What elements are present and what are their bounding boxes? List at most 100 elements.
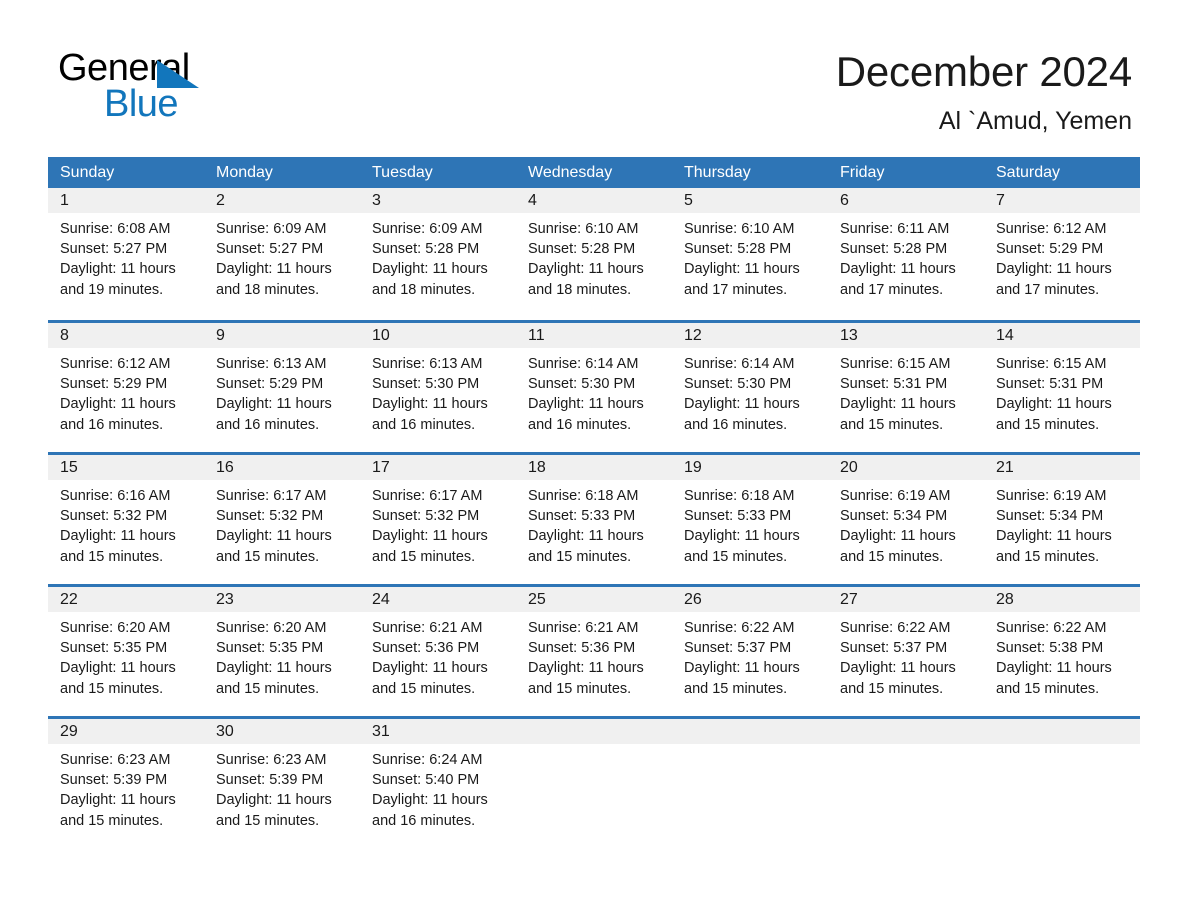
day-cell[interactable]: 28 Sunrise: 6:22 AM Sunset: 5:38 PM Dayl… [984, 587, 1140, 716]
daylight-line-2: and 15 minutes. [840, 416, 944, 433]
day-cell[interactable]: 18 Sunrise: 6:18 AM Sunset: 5:33 PM Dayl… [516, 455, 672, 584]
day-cell[interactable]: 9 Sunrise: 6:13 AM Sunset: 5:29 PM Dayli… [204, 323, 360, 452]
day-details: Sunrise: 6:09 AM Sunset: 5:27 PM Dayligh… [204, 213, 360, 300]
day-details: Sunrise: 6:23 AM Sunset: 5:39 PM Dayligh… [204, 744, 360, 831]
sunset-line: Sunset: 5:39 PM [60, 772, 168, 789]
daylight-line-1: Daylight: 11 hours [528, 660, 644, 677]
day-cell[interactable]: 14 Sunrise: 6:15 AM Sunset: 5:31 PM Dayl… [984, 323, 1140, 452]
day-cell[interactable]: 13 Sunrise: 6:15 AM Sunset: 5:31 PM Dayl… [828, 323, 984, 452]
daylight-line-1: Daylight: 11 hours [60, 528, 176, 545]
day-number: 5 [684, 192, 693, 209]
day-cell[interactable]: 8 Sunrise: 6:12 AM Sunset: 5:29 PM Dayli… [48, 323, 204, 452]
daylight-line-2: and 18 minutes. [372, 281, 476, 298]
daylight-line-2: and 16 minutes. [372, 416, 476, 433]
day-cell[interactable]: 29 Sunrise: 6:23 AM Sunset: 5:39 PM Dayl… [48, 719, 204, 848]
day-number-band: 17 [360, 455, 516, 480]
day-cell[interactable]: 7 Sunrise: 6:12 AM Sunset: 5:29 PM Dayli… [984, 188, 1140, 320]
daylight-line-2: and 15 minutes. [684, 680, 788, 697]
logo-text-blue: Blue [104, 83, 179, 125]
generalblue-logo[interactable]: General Blue [58, 48, 318, 138]
daylight-line-1: Daylight: 11 hours [996, 528, 1112, 545]
day-cell[interactable]: 22 Sunrise: 6:20 AM Sunset: 5:35 PM Dayl… [48, 587, 204, 716]
weekday-header-monday: Monday [216, 164, 273, 181]
day-cell[interactable]: 15 Sunrise: 6:16 AM Sunset: 5:32 PM Dayl… [48, 455, 204, 584]
calendar-grid: Sunday Monday Tuesday Wednesday Thursday… [48, 157, 1140, 848]
daylight-line-1: Daylight: 11 hours [372, 396, 488, 413]
daylight-line-2: and 16 minutes. [60, 416, 164, 433]
page-header: General Blue December 2024 Al `Amud, Yem… [48, 46, 1140, 142]
day-number: 15 [60, 459, 78, 476]
day-number: 17 [372, 459, 390, 476]
day-cell[interactable]: 26 Sunrise: 6:22 AM Sunset: 5:37 PM Dayl… [672, 587, 828, 716]
empty-band [516, 719, 672, 744]
sunset-line: Sunset: 5:31 PM [840, 376, 948, 393]
sunrise-line: Sunrise: 6:12 AM [996, 221, 1107, 237]
daylight-line-1: Daylight: 11 hours [684, 396, 800, 413]
day-cell[interactable]: 20 Sunrise: 6:19 AM Sunset: 5:34 PM Dayl… [828, 455, 984, 584]
weekday-header-friday: Friday [840, 164, 885, 181]
day-details: Sunrise: 6:14 AM Sunset: 5:30 PM Dayligh… [516, 348, 672, 435]
daylight-line-2: and 15 minutes. [996, 416, 1100, 433]
sunset-line: Sunset: 5:38 PM [996, 640, 1104, 657]
sunrise-line: Sunrise: 6:24 AM [372, 752, 483, 768]
day-details: Sunrise: 6:15 AM Sunset: 5:31 PM Dayligh… [984, 348, 1140, 435]
week-row: 29 Sunrise: 6:23 AM Sunset: 5:39 PM Dayl… [48, 716, 1140, 848]
day-cell[interactable]: 11 Sunrise: 6:14 AM Sunset: 5:30 PM Dayl… [516, 323, 672, 452]
daylight-line-2: and 15 minutes. [528, 548, 632, 565]
daylight-line-2: and 17 minutes. [996, 281, 1100, 298]
daylight-line-1: Daylight: 11 hours [372, 528, 488, 545]
sunrise-line: Sunrise: 6:09 AM [216, 221, 327, 237]
day-number-band: 13 [828, 323, 984, 348]
day-number: 28 [996, 591, 1014, 608]
daylight-line-1: Daylight: 11 hours [216, 792, 332, 809]
day-cell[interactable]: 4 Sunrise: 6:10 AM Sunset: 5:28 PM Dayli… [516, 188, 672, 320]
daylight-line-2: and 15 minutes. [996, 548, 1100, 565]
daylight-line-2: and 15 minutes. [216, 812, 320, 829]
day-cell[interactable]: 19 Sunrise: 6:18 AM Sunset: 5:33 PM Dayl… [672, 455, 828, 584]
day-cell-empty [516, 719, 672, 848]
sunset-line: Sunset: 5:28 PM [528, 241, 636, 258]
day-cell[interactable]: 23 Sunrise: 6:20 AM Sunset: 5:35 PM Dayl… [204, 587, 360, 716]
day-cell[interactable]: 24 Sunrise: 6:21 AM Sunset: 5:36 PM Dayl… [360, 587, 516, 716]
day-number: 24 [372, 591, 390, 608]
day-cell[interactable]: 3 Sunrise: 6:09 AM Sunset: 5:28 PM Dayli… [360, 188, 516, 320]
day-number: 10 [372, 327, 390, 344]
sunrise-line: Sunrise: 6:10 AM [528, 221, 639, 237]
daylight-line-2: and 16 minutes. [528, 416, 632, 433]
daylight-line-1: Daylight: 11 hours [684, 660, 800, 677]
day-cell[interactable]: 12 Sunrise: 6:14 AM Sunset: 5:30 PM Dayl… [672, 323, 828, 452]
day-cell[interactable]: 1 Sunrise: 6:08 AM Sunset: 5:27 PM Dayli… [48, 188, 204, 320]
day-details: Sunrise: 6:15 AM Sunset: 5:31 PM Dayligh… [828, 348, 984, 435]
day-cell[interactable]: 10 Sunrise: 6:13 AM Sunset: 5:30 PM Dayl… [360, 323, 516, 452]
day-cell[interactable]: 25 Sunrise: 6:21 AM Sunset: 5:36 PM Dayl… [516, 587, 672, 716]
day-details: Sunrise: 6:22 AM Sunset: 5:37 PM Dayligh… [672, 612, 828, 699]
day-cell[interactable]: 21 Sunrise: 6:19 AM Sunset: 5:34 PM Dayl… [984, 455, 1140, 584]
day-number: 27 [840, 591, 858, 608]
day-details: Sunrise: 6:16 AM Sunset: 5:32 PM Dayligh… [48, 480, 204, 567]
sunrise-line: Sunrise: 6:10 AM [684, 221, 795, 237]
sunrise-line: Sunrise: 6:23 AM [60, 752, 171, 768]
day-cell[interactable]: 16 Sunrise: 6:17 AM Sunset: 5:32 PM Dayl… [204, 455, 360, 584]
daylight-line-2: and 15 minutes. [216, 680, 320, 697]
day-cell[interactable]: 2 Sunrise: 6:09 AM Sunset: 5:27 PM Dayli… [204, 188, 360, 320]
day-cell[interactable]: 27 Sunrise: 6:22 AM Sunset: 5:37 PM Dayl… [828, 587, 984, 716]
daylight-line-1: Daylight: 11 hours [216, 396, 332, 413]
day-cell[interactable]: 5 Sunrise: 6:10 AM Sunset: 5:28 PM Dayli… [672, 188, 828, 320]
day-details: Sunrise: 6:24 AM Sunset: 5:40 PM Dayligh… [360, 744, 516, 831]
sunset-line: Sunset: 5:34 PM [996, 508, 1104, 525]
day-number-band: 5 [672, 188, 828, 213]
daylight-line-2: and 15 minutes. [996, 680, 1100, 697]
daylight-line-1: Daylight: 11 hours [60, 261, 176, 278]
page-title: December 2024 [835, 48, 1132, 95]
day-details: Sunrise: 6:21 AM Sunset: 5:36 PM Dayligh… [360, 612, 516, 699]
sunset-line: Sunset: 5:30 PM [528, 376, 636, 393]
daylight-line-2: and 15 minutes. [372, 680, 476, 697]
day-number-band: 1 [48, 188, 204, 213]
day-cell[interactable]: 17 Sunrise: 6:17 AM Sunset: 5:32 PM Dayl… [360, 455, 516, 584]
day-details: Sunrise: 6:13 AM Sunset: 5:30 PM Dayligh… [360, 348, 516, 435]
day-cell[interactable]: 30 Sunrise: 6:23 AM Sunset: 5:39 PM Dayl… [204, 719, 360, 848]
day-cell[interactable]: 31 Sunrise: 6:24 AM Sunset: 5:40 PM Dayl… [360, 719, 516, 848]
day-number: 30 [216, 723, 234, 740]
day-cell[interactable]: 6 Sunrise: 6:11 AM Sunset: 5:28 PM Dayli… [828, 188, 984, 320]
daylight-line-2: and 15 minutes. [684, 548, 788, 565]
